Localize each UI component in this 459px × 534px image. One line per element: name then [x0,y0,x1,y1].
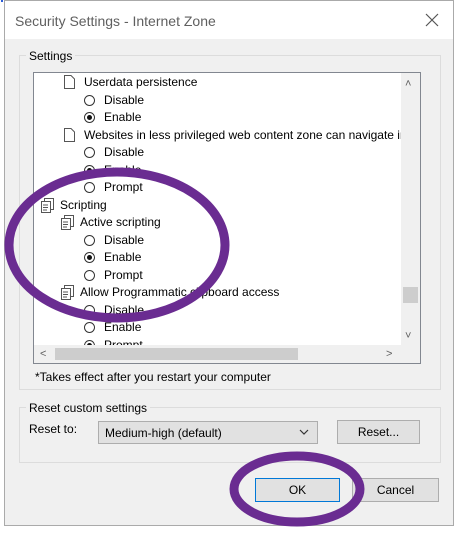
window-title: Security Settings - Internet Zone [15,13,216,29]
vertical-scrollbar[interactable]: ˄ ˅ [401,73,420,345]
radio-button[interactable] [84,112,95,123]
row-label: Active scripting [80,215,161,229]
row-label: Scripting [60,197,107,212]
row-label: Prompt [104,337,143,346]
reset-button[interactable]: Reset... [337,420,420,444]
row-label: Enable [104,250,142,264]
radio-button[interactable] [84,147,95,158]
row-label: Disable [104,302,145,317]
reset-group-legend: Reset custom settings [26,401,151,415]
reset-level-value: Medium-high (default) [105,426,222,440]
settings-group-label: Settings [26,49,76,63]
row-label: Prompt [104,180,143,194]
cancel-button[interactable]: Cancel [352,478,439,502]
horizontal-scrollbar[interactable]: ˂ ˃ [34,345,401,363]
row-label: Enable [104,320,142,334]
settings-category-icon [41,197,54,213]
scroll-up-icon[interactable]: ˄ [405,78,411,90]
radio-button[interactable] [84,322,95,333]
row-label: Disable [104,145,145,159]
settings-category-icon [61,285,74,300]
scroll-right-icon[interactable]: ˃ [386,348,392,360]
row-label: Enable [104,110,142,124]
row-label: Enable [104,162,142,177]
horizontal-scroll-thumb[interactable] [55,348,298,360]
scrollbar-corner [401,345,420,363]
settings-list[interactable]: Userdata persistence Disable Enable Website… [33,72,421,364]
setting-page-icon [64,75,75,89]
settings-category-icon [61,215,74,230]
row-label: Disable [104,92,145,107]
row-label: Websites in less privileged web content … [84,127,401,142]
radio-button[interactable] [84,304,95,316]
scroll-left-icon[interactable]: ˂ [40,348,46,360]
row-label: Allow Programmatic clipboard access [80,285,280,299]
security-settings-dialog: Security Settings - Internet Zone Settin… [4,0,454,526]
chevron-down-icon [299,429,309,435]
row-label: Disable [104,232,145,247]
vertical-scroll-thumb[interactable] [403,287,418,303]
settings-list-viewport: Userdata persistence Disable Enable Website… [34,73,401,345]
radio-button[interactable] [84,94,95,106]
reset-to-label: Reset to: [29,422,78,436]
reset-level-select[interactable]: Medium-high (default) [98,421,318,444]
close-icon[interactable] [421,9,443,31]
radio-button[interactable] [84,234,95,246]
restart-note: *Takes effect after you restart your com… [35,370,271,384]
radio-button[interactable] [84,252,95,263]
ok-button[interactable]: OK [255,478,340,502]
window-edge-mark [1,0,3,2]
radio-button[interactable] [84,182,95,193]
scroll-down-icon[interactable]: ˅ [405,330,411,342]
row-label: Userdata persistence [84,75,198,89]
radio-button[interactable] [84,164,95,176]
setting-page-icon [64,127,75,142]
radio-button[interactable] [84,269,95,281]
title-bar[interactable]: Security Settings - Internet Zone [5,1,453,39]
row-label: Prompt [104,267,143,282]
